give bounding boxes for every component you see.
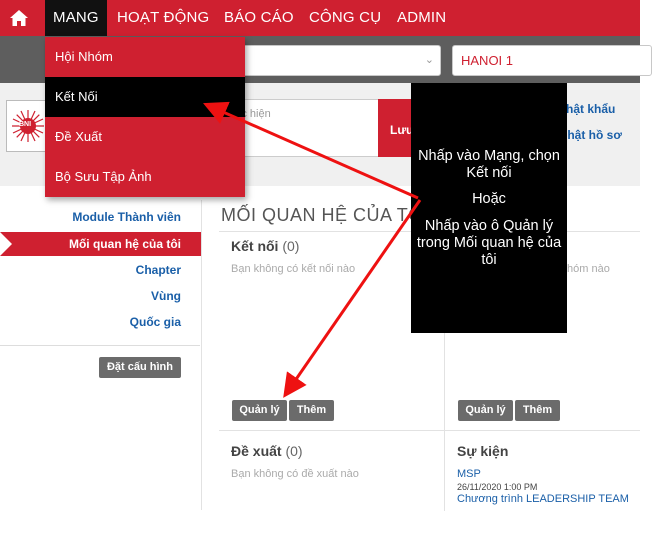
connections-title: Kết nối (0) — [231, 238, 299, 254]
logo-text: BNI — [19, 121, 32, 128]
dropdown-item-bo-suu-tap-anh[interactable]: Bộ Sưu Tập Ảnh — [45, 157, 245, 197]
row-divider — [219, 430, 640, 431]
instruction-line-2: Hoặc — [472, 191, 506, 207]
configure-button[interactable]: Đặt cấu hình — [99, 357, 181, 378]
nav-item-mang[interactable]: MANG — [45, 0, 107, 36]
nav-item-cong-cu[interactable]: CÔNG CỤ — [309, 0, 381, 36]
groups-empty: hóm nào — [567, 263, 610, 275]
dropdown-item-ket-noi[interactable]: Kết Nối — [45, 77, 245, 117]
sidebar-item-region[interactable]: Vùng — [151, 289, 181, 303]
sidebar-item-country[interactable]: Quốc gia — [130, 315, 181, 329]
search-input[interactable]: ực hiện — [230, 99, 378, 157]
region-select[interactable]: HANOI 1 — [452, 45, 652, 76]
groups-manage-button[interactable]: Quản lý — [458, 400, 513, 421]
chevron-down-icon: ⌄ — [424, 54, 434, 66]
dropdown-item-de-xuat[interactable]: Đề Xuất — [45, 117, 245, 157]
sidebar-item-members[interactable]: Module Thành viên — [72, 210, 181, 224]
referrals-title-text: Đề xuất — [231, 443, 282, 459]
dropdown-item-hoi-nhom[interactable]: Hội Nhóm — [45, 37, 245, 77]
sidebar-divider — [0, 345, 200, 346]
referrals-title: Đề xuất (0) — [231, 443, 303, 459]
events-title: Sự kiện — [457, 443, 509, 459]
connections-add-button[interactable]: Thêm — [289, 400, 334, 421]
sidebar-item-chapter[interactable]: Chapter — [136, 263, 181, 277]
nav-item-admin[interactable]: ADMIN — [397, 0, 446, 36]
nav-item-bao-cao[interactable]: BÁO CÁO — [224, 0, 294, 36]
instruction-line-3: Nhấp vào ô Quản lý trong Mối quan hệ của… — [416, 218, 562, 268]
home-icon — [10, 10, 28, 26]
connections-count: (0) — [282, 238, 300, 254]
event-program-link[interactable]: Chương trình LEADERSHIP TEAM — [457, 493, 629, 505]
main-left-border — [201, 200, 202, 510]
export-link[interactable]: hật khẩu — [566, 102, 615, 116]
nav-item-hoat-dong[interactable]: HOẠT ĐỘNG — [117, 0, 209, 36]
sidebar-item-my-relations-label: Mối quan hệ của tôi — [68, 237, 181, 251]
event-date: 26/11/2020 1:00 PM — [457, 482, 538, 492]
top-nav: MANG HOẠT ĐỘNG BÁO CÁO CÔNG CỤ ADMIN — [0, 0, 640, 36]
home-button[interactable] — [0, 0, 38, 36]
mang-dropdown-menu: Hội Nhóm Kết Nối Đề Xuất Bộ Sưu Tập Ảnh — [45, 37, 245, 197]
instruction-line-1: Nhấp vào Mạng, chọn Kết nối — [418, 148, 560, 181]
connections-title-text: Kết nối — [231, 238, 279, 254]
groups-add-button[interactable]: Thêm — [515, 400, 560, 421]
referrals-count: (0) — [285, 443, 303, 459]
connections-empty: Bạn không có kết nối nào — [231, 263, 356, 275]
referrals-empty: Bạn không có đề xuất nào — [231, 468, 359, 480]
instruction-callout: Nhấp vào Mạng, chọn Kết nối Hoặc Nhấp và… — [411, 83, 567, 333]
update-profile-link[interactable]: nhật hồ sơ — [560, 128, 622, 142]
member-avatar: BNI — [6, 100, 50, 152]
save-button[interactable]: Lưu — [378, 99, 414, 157]
event-name-link[interactable]: MSP — [457, 468, 481, 480]
region-select-value: HANOI 1 — [461, 53, 514, 68]
sidebar-active-notch — [0, 232, 12, 256]
arrow-to-manage-button — [283, 199, 422, 398]
connections-manage-button[interactable]: Quản lý — [232, 400, 287, 421]
page-title: MỐI QUAN HỆ CỦA TÔI — [221, 205, 429, 225]
